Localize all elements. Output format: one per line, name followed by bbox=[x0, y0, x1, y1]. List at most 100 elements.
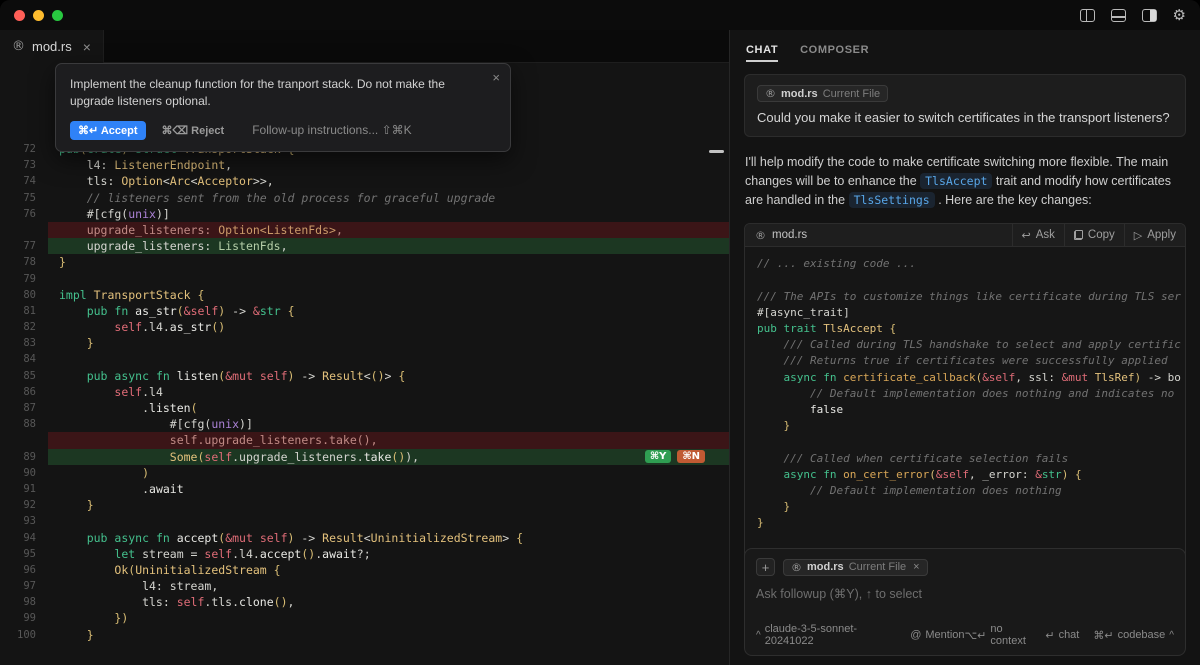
code-line: 89 Some(self.upgrade_listeners.take()),⌘… bbox=[0, 449, 729, 465]
cmd-return-keys: ⌘↵ bbox=[1093, 629, 1113, 642]
close-window-button[interactable] bbox=[14, 10, 25, 21]
code-line: 91 .await bbox=[0, 481, 729, 497]
ask-button[interactable]: ↩ Ask bbox=[1012, 224, 1064, 246]
layout-rows-icon[interactable] bbox=[1111, 9, 1126, 22]
diff-shortcut-badge[interactable]: ⌘Y bbox=[645, 450, 672, 463]
context-file-chip[interactable]: ® mod.rs Current File bbox=[757, 85, 888, 102]
code-line: 86 self.l4 bbox=[0, 384, 729, 400]
play-icon: ▷ bbox=[1134, 229, 1142, 242]
minimize-window-button[interactable] bbox=[33, 10, 44, 21]
line-number: 99 bbox=[0, 610, 48, 626]
code-line: /// Returns true if certificates were su… bbox=[757, 353, 1173, 369]
reject-button[interactable]: ⌘⌫ Reject bbox=[162, 124, 225, 137]
tab-chat[interactable]: CHAT bbox=[746, 44, 778, 62]
code-block-header: ® mod.rs ↩ Ask Copy ▷ Apply bbox=[745, 224, 1185, 247]
user-message-card: ® mod.rs Current File Could you make it … bbox=[744, 74, 1186, 137]
settings-gear-icon[interactable]: ⚙ bbox=[1173, 8, 1186, 23]
accept-button[interactable]: ⌘↵ Accept bbox=[70, 121, 146, 140]
line-number bbox=[0, 432, 48, 448]
code-line: 95 let stream = self.l4.accept().await?; bbox=[0, 546, 729, 562]
line-number: 75 bbox=[0, 190, 48, 206]
diff-shortcut-badge[interactable]: ⌘N bbox=[677, 450, 705, 463]
code-line bbox=[757, 272, 1173, 288]
line-number: 77 bbox=[0, 238, 48, 254]
tab-mod-rs[interactable]: ® mod.rs × bbox=[0, 30, 104, 63]
editor-tabstrip: ® mod.rs × bbox=[0, 30, 729, 63]
zoom-window-button[interactable] bbox=[52, 10, 63, 21]
rust-file-icon: ® bbox=[755, 229, 766, 242]
code-line bbox=[757, 531, 1173, 547]
codebase-label: codebase bbox=[1118, 629, 1166, 641]
line-number: 89 bbox=[0, 449, 48, 465]
model-selector[interactable]: ^ claude-3-5-sonnet-20241022 bbox=[756, 623, 896, 647]
titlebar-actions: ⚙ bbox=[1080, 8, 1186, 23]
copy-button[interactable]: Copy bbox=[1064, 224, 1124, 246]
chip-tag: Current File bbox=[849, 561, 906, 573]
tab-composer[interactable]: COMPOSER bbox=[800, 44, 869, 62]
editor-pane: ® mod.rs × 72pub(crate) struct Transport… bbox=[0, 30, 729, 665]
assistant-code-block: ® mod.rs ↩ Ask Copy ▷ Apply bbox=[744, 223, 1186, 590]
codebase-shortcut[interactable]: ⌘↵ codebase ^ bbox=[1093, 629, 1174, 642]
chat-submit-shortcut[interactable]: ↵ chat bbox=[1045, 629, 1079, 642]
input-context-chip[interactable]: ® mod.rs Current File × bbox=[783, 559, 928, 576]
layout-columns-icon[interactable] bbox=[1080, 9, 1095, 22]
code-block-file-label: mod.rs bbox=[772, 229, 807, 241]
line-number: 90 bbox=[0, 465, 48, 481]
code-line: 94 pub async fn accept(&mut self) -> Res… bbox=[0, 530, 729, 546]
traffic-lights bbox=[14, 10, 63, 21]
line-number: 81 bbox=[0, 303, 48, 319]
mention-button[interactable]: @ Mention bbox=[910, 629, 964, 641]
apply-button[interactable]: ▷ Apply bbox=[1124, 224, 1185, 246]
chip-filename: mod.rs bbox=[781, 88, 818, 100]
code-line: 98 tls: self.tls.clone(), bbox=[0, 594, 729, 610]
followup-instructions-button[interactable]: Follow-up instructions... ⇧⌘K bbox=[252, 123, 411, 137]
line-number: 72 bbox=[0, 141, 48, 157]
chevron-up-icon: ^ bbox=[1169, 630, 1174, 641]
assistant-message-text: I'll help modify the code to make certif… bbox=[745, 153, 1183, 209]
code-line: 87 .listen( bbox=[0, 400, 729, 416]
titlebar: ⚙ bbox=[0, 0, 1200, 30]
code-line: } bbox=[757, 515, 1173, 531]
line-number: 86 bbox=[0, 384, 48, 400]
chat-panel: CHAT COMPOSER ® mod.rs Current File Coul… bbox=[729, 30, 1200, 665]
editor-scrollbar-thumb[interactable] bbox=[709, 150, 724, 153]
line-number: 79 bbox=[0, 271, 48, 287]
line-number: 85 bbox=[0, 368, 48, 384]
code-line: 75 // listeners sent from the old proces… bbox=[0, 190, 729, 206]
code-line: async fn on_cert_error(&self, _error: &s… bbox=[757, 467, 1173, 483]
code-line: pub trait TlsAccept { bbox=[757, 321, 1173, 337]
add-context-button[interactable]: + bbox=[756, 558, 775, 576]
popup-close-icon[interactable]: × bbox=[492, 70, 500, 85]
at-icon: @ bbox=[910, 629, 921, 641]
line-number: 74 bbox=[0, 173, 48, 189]
code-line: 85 pub async fn listen(&mut self) -> Res… bbox=[0, 368, 729, 384]
chip-tag: Current File bbox=[823, 88, 880, 100]
line-number: 80 bbox=[0, 287, 48, 303]
chip-close-icon[interactable]: × bbox=[913, 561, 919, 573]
code-line: #[async_trait] bbox=[757, 305, 1173, 321]
chat-input-card: + ® mod.rs Current File × Ask followup (… bbox=[744, 548, 1186, 656]
line-number: 98 bbox=[0, 594, 48, 610]
copy-icon bbox=[1074, 230, 1083, 240]
line-number bbox=[0, 222, 48, 238]
code-line: false bbox=[757, 402, 1173, 418]
chat-input-field[interactable]: Ask followup (⌘Y), ↑ to select bbox=[756, 586, 1174, 601]
tab-label: mod.rs bbox=[32, 39, 72, 54]
apply-button-label: Apply bbox=[1147, 229, 1176, 241]
line-number: 95 bbox=[0, 546, 48, 562]
code-line: 96 Ok(UninitializedStream { bbox=[0, 562, 729, 578]
tab-close-icon[interactable]: × bbox=[83, 39, 91, 55]
code-block-filename: ® mod.rs bbox=[745, 229, 1012, 242]
code-line: 83 } bbox=[0, 335, 729, 351]
code-editor[interactable]: 72pub(crate) struct TransportStack {73 l… bbox=[0, 63, 729, 665]
ask-button-label: Ask bbox=[1036, 229, 1055, 241]
inline-code-tlsaccept[interactable]: TlsAccept bbox=[920, 173, 992, 189]
code-line: 77 upgrade_listeners: ListenFds, bbox=[0, 238, 729, 254]
line-number: 92 bbox=[0, 497, 48, 513]
app-window: ⚙ ® mod.rs × 72pub(crate) struct Transpo… bbox=[0, 0, 1200, 665]
code-line: /// Called during TLS handshake to selec… bbox=[757, 337, 1173, 353]
inline-code-tlssettings[interactable]: TlsSettings bbox=[849, 192, 935, 208]
code-line: /// The APIs to customize things like ce… bbox=[757, 289, 1173, 305]
no-context-shortcut[interactable]: ⌥↵ no context bbox=[965, 623, 1032, 647]
layout-sidebar-right-icon[interactable] bbox=[1142, 9, 1157, 22]
